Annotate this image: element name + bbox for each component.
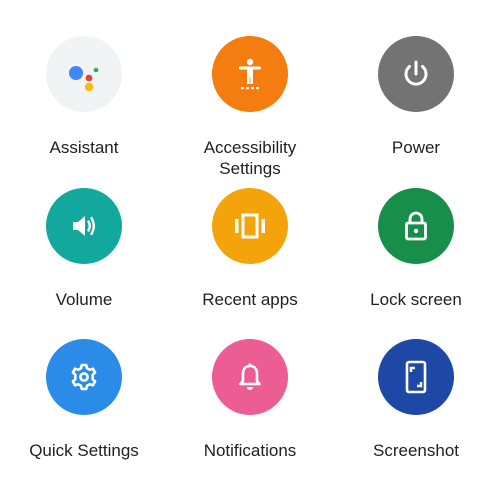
screenshot-label: Screenshot: [373, 441, 459, 460]
recent-apps-icon: [235, 213, 265, 239]
recent-apps-circle: [212, 188, 288, 264]
screenshot-circle: [378, 339, 454, 415]
recent-apps-button[interactable]: Recent apps: [170, 188, 330, 310]
recent-apps-label: Recent apps: [202, 290, 298, 309]
gear-icon: [71, 363, 97, 391]
accessibility-icon: [239, 58, 261, 90]
volume-button[interactable]: Volume: [4, 188, 164, 310]
lock-icon: [405, 211, 427, 241]
lock-screen-circle: [378, 188, 454, 264]
notifications-button[interactable]: Notifications: [170, 339, 330, 461]
quick-settings-circle: [46, 339, 122, 415]
notifications-circle: [212, 339, 288, 415]
power-circle: [378, 36, 454, 112]
google-assistant-icon: [69, 66, 99, 92]
volume-icon: [73, 216, 95, 236]
assistant-circle: [46, 36, 122, 112]
bell-icon: [239, 363, 261, 390]
lock-screen-button[interactable]: Lock screen: [336, 188, 496, 310]
assistant-label: Assistant: [49, 138, 119, 157]
power-label: Power: [391, 138, 441, 157]
quick-settings-button[interactable]: Quick Settings: [4, 339, 164, 461]
power-button[interactable]: Power: [336, 36, 496, 158]
power-icon: [404, 60, 428, 86]
accessibility-settings-label: Accessibility Settings: [203, 138, 297, 178]
notifications-label: Notifications: [203, 441, 297, 460]
lock-screen-label: Lock screen: [370, 290, 462, 309]
assistant-button[interactable]: Assistant: [4, 36, 164, 158]
volume-label: Volume: [55, 290, 113, 309]
accessibility-settings-circle: [212, 36, 288, 112]
screenshot-button[interactable]: Screenshot: [336, 339, 496, 461]
screenshot-icon: [405, 360, 427, 394]
quick-settings-label: Quick Settings: [29, 441, 139, 460]
accessibility-settings-button[interactable]: Accessibility Settings: [170, 36, 330, 179]
volume-circle: [46, 188, 122, 264]
accessibility-menu-grid: Assistant Accessibility Settings Power V…: [0, 0, 501, 486]
